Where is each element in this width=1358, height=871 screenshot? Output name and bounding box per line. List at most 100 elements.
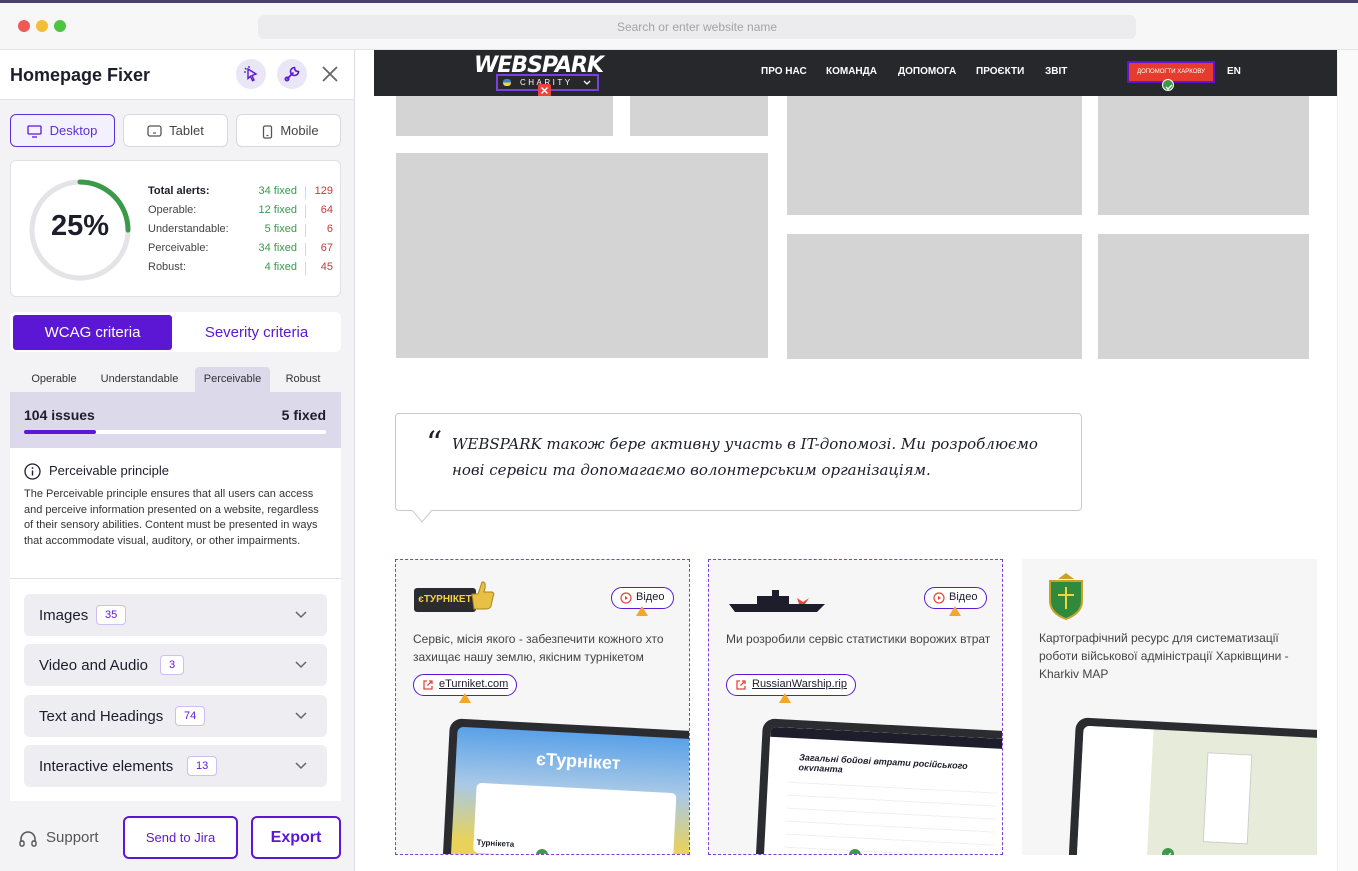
image-placeholder — [396, 153, 768, 358]
link-label: RussianWarship.rip — [752, 678, 847, 690]
quote-mark-icon: “ — [426, 424, 443, 462]
nav-link-team[interactable]: КОМАНДА — [826, 66, 877, 77]
fixer-panel: Homepage Fixer Desktop Tablet Mobile 25%… — [0, 50, 355, 871]
stat-row-understandable: Understandable: 5 fixed 6 — [148, 223, 333, 237]
category-label: Interactive elements — [39, 758, 174, 775]
eturniket-logo: єТУРНІКЕТ — [414, 588, 476, 612]
tablet-icon — [147, 125, 162, 137]
quote-text: WEBSPARK також бере активну участь в IT-… — [452, 435, 1038, 479]
principle-description: The Perceivable principle ensures that a… — [24, 488, 319, 547]
mobile-icon — [262, 125, 273, 139]
stat-row-robust: Robust: 4 fixed 45 — [148, 261, 333, 275]
nav-link-help[interactable]: ДОПОМОГА — [898, 66, 956, 77]
screen-footer-text: Турнікета — [476, 837, 515, 849]
issues-progress-bar — [24, 430, 326, 434]
chevron-down-icon — [295, 762, 307, 770]
category-interactive-elements[interactable]: Interactive elements 13 — [24, 745, 327, 787]
tab-operable[interactable]: Operable — [22, 367, 86, 392]
panel-header: Homepage Fixer — [0, 50, 354, 100]
stat-row-total: Total alerts: 34 fixed 129 — [148, 185, 333, 199]
tab-robust[interactable]: Robust — [276, 367, 330, 392]
device-tablet-button[interactable]: Tablet — [123, 114, 228, 147]
tab-understandable[interactable]: Understandable — [92, 367, 187, 392]
headset-icon — [19, 831, 37, 847]
warning-icon — [949, 606, 961, 616]
wcag-criteria-tab[interactable]: WCAG criteria — [13, 315, 172, 350]
video-label: Відео — [636, 591, 665, 603]
chevron-down-icon — [583, 80, 591, 85]
pointer-tool-button[interactable] — [236, 59, 266, 89]
device-desktop-button[interactable]: Desktop — [10, 114, 115, 147]
card-description: Ми розробили сервіс статистики ворожих в… — [726, 632, 991, 646]
play-icon — [620, 592, 632, 604]
image-placeholder — [630, 96, 768, 136]
stat-row-perceivable: Perceivable: 34 fixed 67 — [148, 242, 333, 256]
map-sidebar — [1076, 725, 1154, 855]
chevron-down-icon — [295, 661, 307, 669]
score-summary: 25% Total alerts: 34 fixed 129 Operable: 12… — [10, 160, 341, 297]
category-count: 74 — [175, 706, 206, 726]
image-placeholder — [787, 96, 1082, 215]
tablet-screen: Загальні бойові втрати російського окупа… — [763, 726, 1002, 854]
issues-progress-fill — [24, 430, 97, 434]
chevron-down-icon — [295, 712, 307, 720]
category-count: 13 — [187, 756, 218, 776]
check-icon — [1162, 79, 1174, 91]
support-link[interactable]: Support — [18, 829, 99, 847]
category-list: Images 35 Video and Audio 3 Text and Hea… — [10, 579, 341, 801]
tab-perceivable[interactable]: Perceivable — [195, 367, 270, 392]
panel-title: Homepage Fixer — [10, 65, 151, 85]
card-description: Картографічний ресурс для систематизації… — [1039, 631, 1289, 681]
card-description: Сервіс, місія якого - забезпечити кожног… — [413, 632, 664, 664]
stat-row-operable: Operable: 12 fixed 64 — [148, 204, 333, 218]
check-icon — [849, 849, 861, 854]
browser-chrome: Search or enter website name — [0, 3, 1358, 50]
language-switch[interactable]: EN — [1227, 66, 1241, 77]
image-placeholder — [1098, 234, 1309, 359]
device-mobile-button[interactable]: Mobile — [236, 114, 341, 147]
project-card-kharkiv-map: Картографічний ресурс для систематизації… — [1022, 559, 1317, 855]
nav-link-about[interactable]: ПРО НАС — [761, 66, 807, 77]
quote-block: “ WEBSPARK також бере активну участь в I… — [395, 413, 1082, 511]
export-button[interactable]: Export — [251, 816, 341, 859]
tablet-mockup: єТурнікет Турнікета — [442, 718, 689, 854]
category-video-audio[interactable]: Video and Audio 3 — [24, 644, 327, 686]
minimize-window-button[interactable] — [36, 20, 48, 32]
address-bar[interactable]: Search or enter website name — [258, 15, 1136, 39]
maximize-window-button[interactable] — [54, 20, 66, 32]
panel-footer: Support Send to Jira Export — [0, 814, 354, 871]
page-scrollbar[interactable] — [1337, 50, 1358, 871]
category-text-headings[interactable]: Text and Headings 74 — [24, 695, 327, 737]
image-placeholder — [1098, 96, 1309, 215]
category-label: Images — [39, 607, 89, 624]
external-link-icon — [423, 680, 433, 690]
close-window-button[interactable] — [18, 20, 30, 32]
category-images[interactable]: Images 35 — [24, 594, 327, 636]
website-preview: WEBSPARK CHARITY ПРО НАС КОМАНДА ДОПОМОГ… — [374, 50, 1337, 871]
category-count: 3 — [160, 655, 185, 675]
warship-icon — [729, 590, 825, 612]
issues-fixed: 5 fixed — [281, 407, 326, 423]
warning-icon — [779, 693, 791, 703]
video-label: Відео — [949, 591, 978, 603]
send-to-jira-button[interactable]: Send to Jira — [123, 816, 238, 859]
principle-info: Perceivable principle The Perceivable pr… — [10, 448, 341, 579]
project-card-russianwarship: Відео Ми розробили сервіс статистики вор… — [708, 559, 1003, 855]
site-navbar: WEBSPARK CHARITY ПРО НАС КОМАНДА ДОПОМОГ… — [374, 50, 1337, 97]
external-link-icon — [736, 680, 746, 690]
wrench-tool-button[interactable] — [277, 59, 307, 89]
screen-stats-grid — [784, 769, 999, 854]
warning-icon — [636, 606, 648, 616]
close-icon[interactable] — [318, 62, 342, 86]
image-placeholder — [396, 96, 613, 136]
screen-ticker — [770, 726, 1002, 751]
nav-link-projects[interactable]: ПРОЄКТИ — [976, 66, 1024, 77]
criteria-toggle: WCAG criteria Severity criteria — [10, 312, 341, 352]
tablet-mockup — [1068, 717, 1317, 855]
severity-criteria-tab[interactable]: Severity criteria — [175, 315, 338, 350]
category-count: 35 — [96, 605, 127, 625]
chevron-down-icon — [295, 611, 307, 619]
image-placeholder — [787, 234, 1082, 359]
nav-link-report[interactable]: ЗВІТ — [1045, 66, 1067, 77]
tablet-screen: єТурнікет Турнікета — [450, 726, 689, 854]
